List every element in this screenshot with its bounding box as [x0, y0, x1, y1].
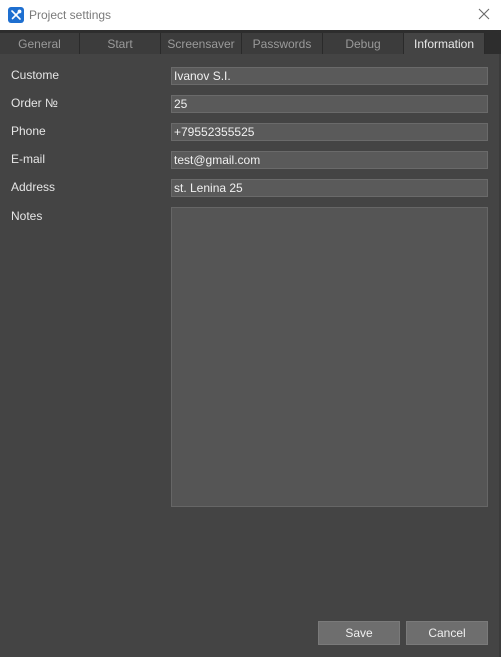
phone-row: Phone: [0, 123, 501, 141]
email-field[interactable]: [171, 151, 488, 169]
tab-screensaver[interactable]: Screensaver: [161, 33, 242, 54]
tab-bar: General Start Screensaver Passwords Debu…: [0, 30, 501, 54]
tab-debug[interactable]: Debug: [323, 33, 404, 54]
phone-field[interactable]: [171, 123, 488, 141]
notes-label: Notes: [11, 209, 43, 223]
cancel-button[interactable]: Cancel: [406, 621, 488, 645]
order-field[interactable]: [171, 95, 488, 113]
tab-start[interactable]: Start: [80, 33, 161, 54]
tab-information[interactable]: Information: [404, 33, 485, 54]
close-button[interactable]: [467, 0, 501, 30]
phone-label: Phone: [11, 124, 46, 138]
address-label: Address: [11, 180, 56, 194]
email-row: E-mail: [0, 151, 501, 169]
tab-general[interactable]: General: [0, 33, 80, 54]
address-row: Address: [0, 179, 501, 197]
project-settings-dialog: Project settings General Start Screensav…: [0, 0, 501, 657]
notes-textarea[interactable]: [171, 207, 488, 507]
order-row: Order №: [0, 95, 501, 113]
customer-field[interactable]: [171, 67, 488, 85]
save-button[interactable]: Save: [318, 621, 400, 645]
customer-row: Custome: [0, 67, 501, 85]
tools-icon: [8, 7, 24, 23]
email-label: E-mail: [11, 152, 46, 166]
customer-label: Custome: [11, 68, 60, 82]
address-field[interactable]: [171, 179, 488, 197]
tab-passwords[interactable]: Passwords: [242, 33, 323, 54]
title-bar: Project settings: [0, 0, 501, 30]
window-title: Project settings: [29, 8, 112, 22]
order-label: Order №: [11, 96, 58, 110]
close-icon: [478, 8, 490, 23]
